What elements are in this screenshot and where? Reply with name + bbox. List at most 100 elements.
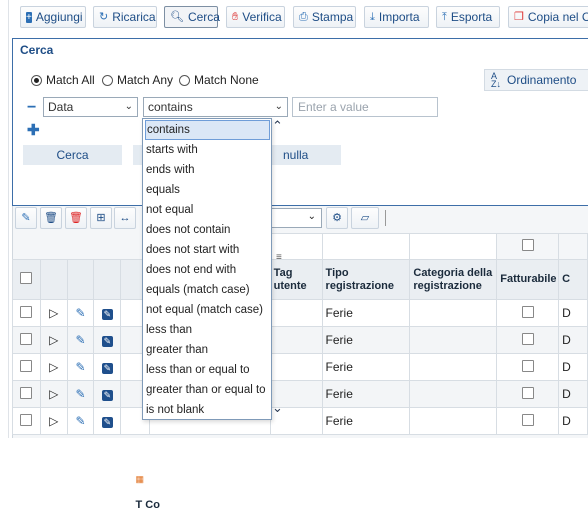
- operator-select[interactable]: contains ⌄: [143, 97, 288, 117]
- fatturabile-checkbox[interactable]: [521, 332, 534, 345]
- delete-all-button[interactable]: 🗑︎: [65, 207, 87, 229]
- row-checkbox[interactable]: [20, 305, 33, 318]
- expand-icon[interactable]: ▷: [39, 299, 68, 327]
- row-checkbox[interactable]: [20, 413, 33, 426]
- verify-button[interactable]: ✋︎ Verifica: [226, 6, 285, 28]
- select-all-checkbox[interactable]: [20, 271, 33, 284]
- plus-square-icon: +: [26, 11, 32, 23]
- radio-checked-icon: [31, 74, 42, 86]
- column-header-tipo-registrazione[interactable]: Tipo registrazione: [321, 259, 411, 300]
- edit-icon[interactable]: ✎: [66, 353, 95, 381]
- reload-button-label: Ricarica: [112, 10, 156, 24]
- last-cell: D: [558, 299, 588, 327]
- clear-button[interactable]: ▱: [351, 207, 379, 229]
- edit-icon[interactable]: ✎: [66, 299, 95, 327]
- copy-to-clipboard-button[interactable]: ❐ Copia nel Cl: [508, 6, 588, 28]
- dropdown-option[interactable]: less than or equal to: [145, 360, 271, 380]
- expand-icon[interactable]: ▷: [39, 326, 68, 354]
- edit-row-button[interactable]: ✎: [15, 207, 37, 229]
- table-row[interactable]: ▷ ✎ ✎ Ferie D: [12, 299, 588, 327]
- verify-button-label: Verifica: [242, 10, 282, 24]
- dropdown-option[interactable]: less than: [145, 320, 271, 340]
- detail-icon[interactable]: ✎: [101, 363, 113, 374]
- expand-icon[interactable]: ▷: [39, 380, 68, 408]
- settings-button[interactable]: ⚙: [326, 207, 348, 229]
- add-button[interactable]: + Aggiungi: [20, 6, 86, 28]
- reload-button[interactable]: ↻ Ricarica: [93, 6, 157, 28]
- copy-button-label: Copia nel Cl: [527, 10, 588, 24]
- operator-dropdown-list: contains starts with ends with equals no…: [142, 118, 272, 420]
- dropdown-option[interactable]: equals: [145, 180, 271, 200]
- row-checkbox[interactable]: [20, 359, 33, 372]
- column-icon: ▦: [135, 473, 145, 484]
- search-toggle-button[interactable]: 🔍︎ Cerca: [164, 6, 220, 28]
- fatturabile-checkbox[interactable]: [521, 413, 534, 426]
- table-row[interactable]: ▷ ✎ ✎ Ferie D: [12, 326, 588, 354]
- ordering-button[interactable]: A Z↓ Ordinamento: [484, 69, 588, 91]
- last-cell: D: [558, 407, 588, 435]
- dropdown-option[interactable]: does not contain: [145, 220, 271, 240]
- delete-row-button[interactable]: 🗑︎: [40, 207, 62, 229]
- dropdown-option[interactable]: starts with: [145, 140, 271, 160]
- expand-icon[interactable]: ▷: [39, 353, 68, 381]
- columns-button[interactable]: ⊞: [90, 207, 112, 229]
- print-icon: ⎙: [299, 10, 308, 23]
- dropdown-option[interactable]: does not start with: [145, 240, 271, 260]
- chevron-down-icon: ⌄: [307, 211, 316, 222]
- match-all-label: Match All: [46, 73, 95, 87]
- column-header-tag-utente[interactable]: Tag utente: [269, 259, 323, 300]
- scroll-up-icon[interactable]: ⌃: [272, 118, 283, 134]
- fatturabile-checkbox[interactable]: [521, 359, 534, 372]
- column-header-c[interactable]: C: [558, 259, 588, 300]
- gear-icon: ⚙: [332, 212, 342, 224]
- tipo-cell: Ferie: [321, 299, 411, 327]
- match-none-radio[interactable]: Match None: [179, 73, 259, 87]
- print-button-label: Stampa: [311, 10, 354, 24]
- column-header-categoria[interactable]: Categoria della registrazione: [409, 259, 498, 300]
- field-select[interactable]: Data ⌄: [43, 97, 138, 117]
- add-rule-icon[interactable]: ✚: [27, 121, 40, 139]
- expand-icon[interactable]: ▷: [39, 407, 68, 435]
- export-button[interactable]: ⤒ Esporta: [436, 6, 500, 28]
- row-checkbox[interactable]: [20, 386, 33, 399]
- filter-checkbox[interactable]: [521, 239, 534, 251]
- dropdown-option[interactable]: equals (match case): [145, 280, 271, 300]
- edit-icon[interactable]: ✎: [66, 407, 95, 435]
- scroll-down-icon[interactable]: ⌄: [272, 400, 283, 416]
- detail-icon[interactable]: ✎: [101, 390, 113, 401]
- dropdown-option[interactable]: is not blank: [145, 400, 271, 420]
- fatturabile-checkbox[interactable]: [521, 386, 534, 399]
- print-button[interactable]: ⎙ Stampa: [293, 6, 356, 28]
- dropdown-option[interactable]: greater than or equal to: [145, 380, 271, 400]
- table-row[interactable]: ▷ ✎ ✎ Ferie D: [12, 407, 588, 435]
- grid-select[interactable]: ⌄: [270, 208, 322, 228]
- table-row[interactable]: ▷ ✎ ✎ Ferie D: [12, 380, 588, 408]
- table-row[interactable]: ▷ ✎ ✎ Ferie D: [12, 353, 588, 381]
- dropdown-option[interactable]: ends with: [145, 160, 271, 180]
- value-input[interactable]: Enter a value: [292, 97, 438, 117]
- dropdown-option[interactable]: contains: [145, 120, 270, 140]
- tipo-cell: Ferie: [321, 326, 411, 354]
- ordering-label: Ordinamento: [507, 73, 577, 87]
- match-none-label: Match None: [194, 73, 259, 87]
- edit-icon[interactable]: ✎: [66, 380, 95, 408]
- dropdown-option[interactable]: greater than: [145, 340, 271, 360]
- match-all-radio[interactable]: Match All: [31, 73, 95, 87]
- dropdown-option[interactable]: does not end with: [145, 260, 271, 280]
- link-button[interactable]: ↔: [114, 207, 136, 229]
- column-header-fatturabile[interactable]: Fatturabile: [496, 259, 560, 300]
- import-button[interactable]: ⤓ Importa: [364, 6, 429, 28]
- detail-icon[interactable]: ✎: [101, 336, 113, 347]
- dropdown-option[interactable]: not equal (match case): [145, 300, 271, 320]
- row-checkbox[interactable]: [20, 332, 33, 345]
- detail-icon[interactable]: ✎: [101, 309, 113, 320]
- dropdown-option[interactable]: not equal: [145, 200, 271, 220]
- edit-icon[interactable]: ✎: [66, 326, 95, 354]
- remove-rule-icon[interactable]: −: [27, 99, 36, 117]
- match-any-radio[interactable]: Match Any: [102, 73, 173, 87]
- search-button[interactable]: Cerca: [23, 145, 122, 165]
- column-menu-icon[interactable]: ≡: [276, 252, 282, 263]
- sort-az-icon: A Z↓: [491, 71, 501, 89]
- fatturabile-checkbox[interactable]: [521, 305, 534, 318]
- detail-icon[interactable]: ✎: [101, 417, 113, 428]
